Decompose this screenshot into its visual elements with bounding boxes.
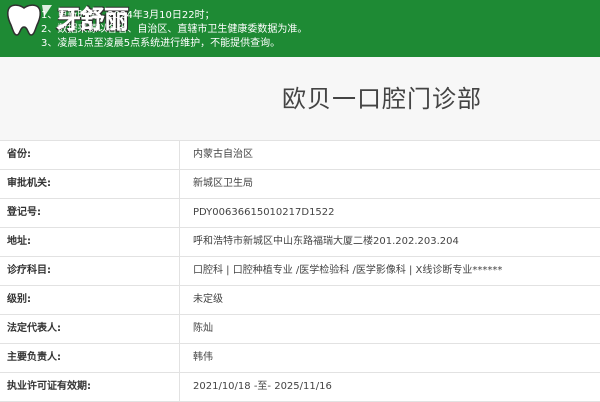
info-value: 陈灿: [193, 323, 213, 334]
info-label: 省份:: [0, 141, 180, 169]
info-label: 登记号:: [0, 199, 180, 227]
clinic-info-table: 省份: 内蒙古自治区 审批机关: 新城区卫生局 登记号: PDY00636615…: [0, 140, 600, 402]
page-title: 欧贝一口腔门诊部: [282, 85, 482, 113]
info-value: PDY00636615010217D1522: [193, 207, 335, 218]
info-value: 呼和浩特市新城区中山东路福瑞大厦二楼201.202.203.204: [193, 236, 459, 247]
info-label: 诊疗科目:: [0, 257, 180, 285]
notice-line-data-source: 2、数据来源以各省、自治区、直辖市卫生健康委数据为准。: [41, 24, 308, 35]
info-label: 审批机关:: [0, 170, 180, 198]
info-label: 主要负责人:: [0, 344, 180, 372]
info-value: 未定级: [193, 294, 223, 305]
page-header: 欧贝一口腔门诊部: [0, 57, 600, 140]
info-row-license-validity: 执业许可证有效期: 2021/10/18 -至- 2025/11/16: [0, 373, 600, 402]
info-row-registration-number: 登记号: PDY00636615010217D1522: [0, 199, 600, 228]
info-value: 内蒙古自治区: [193, 149, 253, 160]
info-row-province: 省份: 内蒙古自治区: [0, 141, 600, 170]
info-row-principal: 主要负责人: 韩伟: [0, 344, 600, 373]
notice-banner: 牙舒丽 1、更新时间：2024年3月10日22时； 2、数据来源以各省、自治区、…: [0, 0, 600, 57]
info-row-departments: 诊疗科目: 口腔科 | 口腔种植专业 /医学检验科 /医学影像科 | X线诊断专…: [0, 257, 600, 286]
info-value: 新城区卫生局: [193, 178, 253, 189]
notice-text: 1、更新时间：2024年3月10日22时； 2、数据来源以各省、自治区、直辖市卫…: [41, 9, 307, 51]
notice-line-maintenance: 3、凌晨1点至凌晨5点系统进行维护，不能提供查询。: [41, 38, 281, 49]
info-label: 法定代表人:: [0, 315, 180, 343]
info-label: 级别:: [0, 286, 180, 314]
info-row-legal-representative: 法定代表人: 陈灿: [0, 315, 600, 344]
info-row-approval-authority: 审批机关: 新城区卫生局: [0, 170, 600, 199]
info-row-level: 级别: 未定级: [0, 286, 600, 315]
notice-line-update-time: 1、更新时间：2024年3月10日22时；: [41, 10, 215, 21]
info-value: 口腔科 | 口腔种植专业 /医学检验科 /医学影像科 | X线诊断专业*****…: [193, 265, 503, 276]
info-value: 韩伟: [193, 352, 213, 363]
info-label: 地址:: [0, 228, 180, 256]
info-value: 2021/10/18 -至- 2025/11/16: [193, 381, 332, 392]
info-row-address: 地址: 呼和浩特市新城区中山东路福瑞大厦二楼201.202.203.204: [0, 228, 600, 257]
info-label: 执业许可证有效期:: [0, 373, 180, 401]
